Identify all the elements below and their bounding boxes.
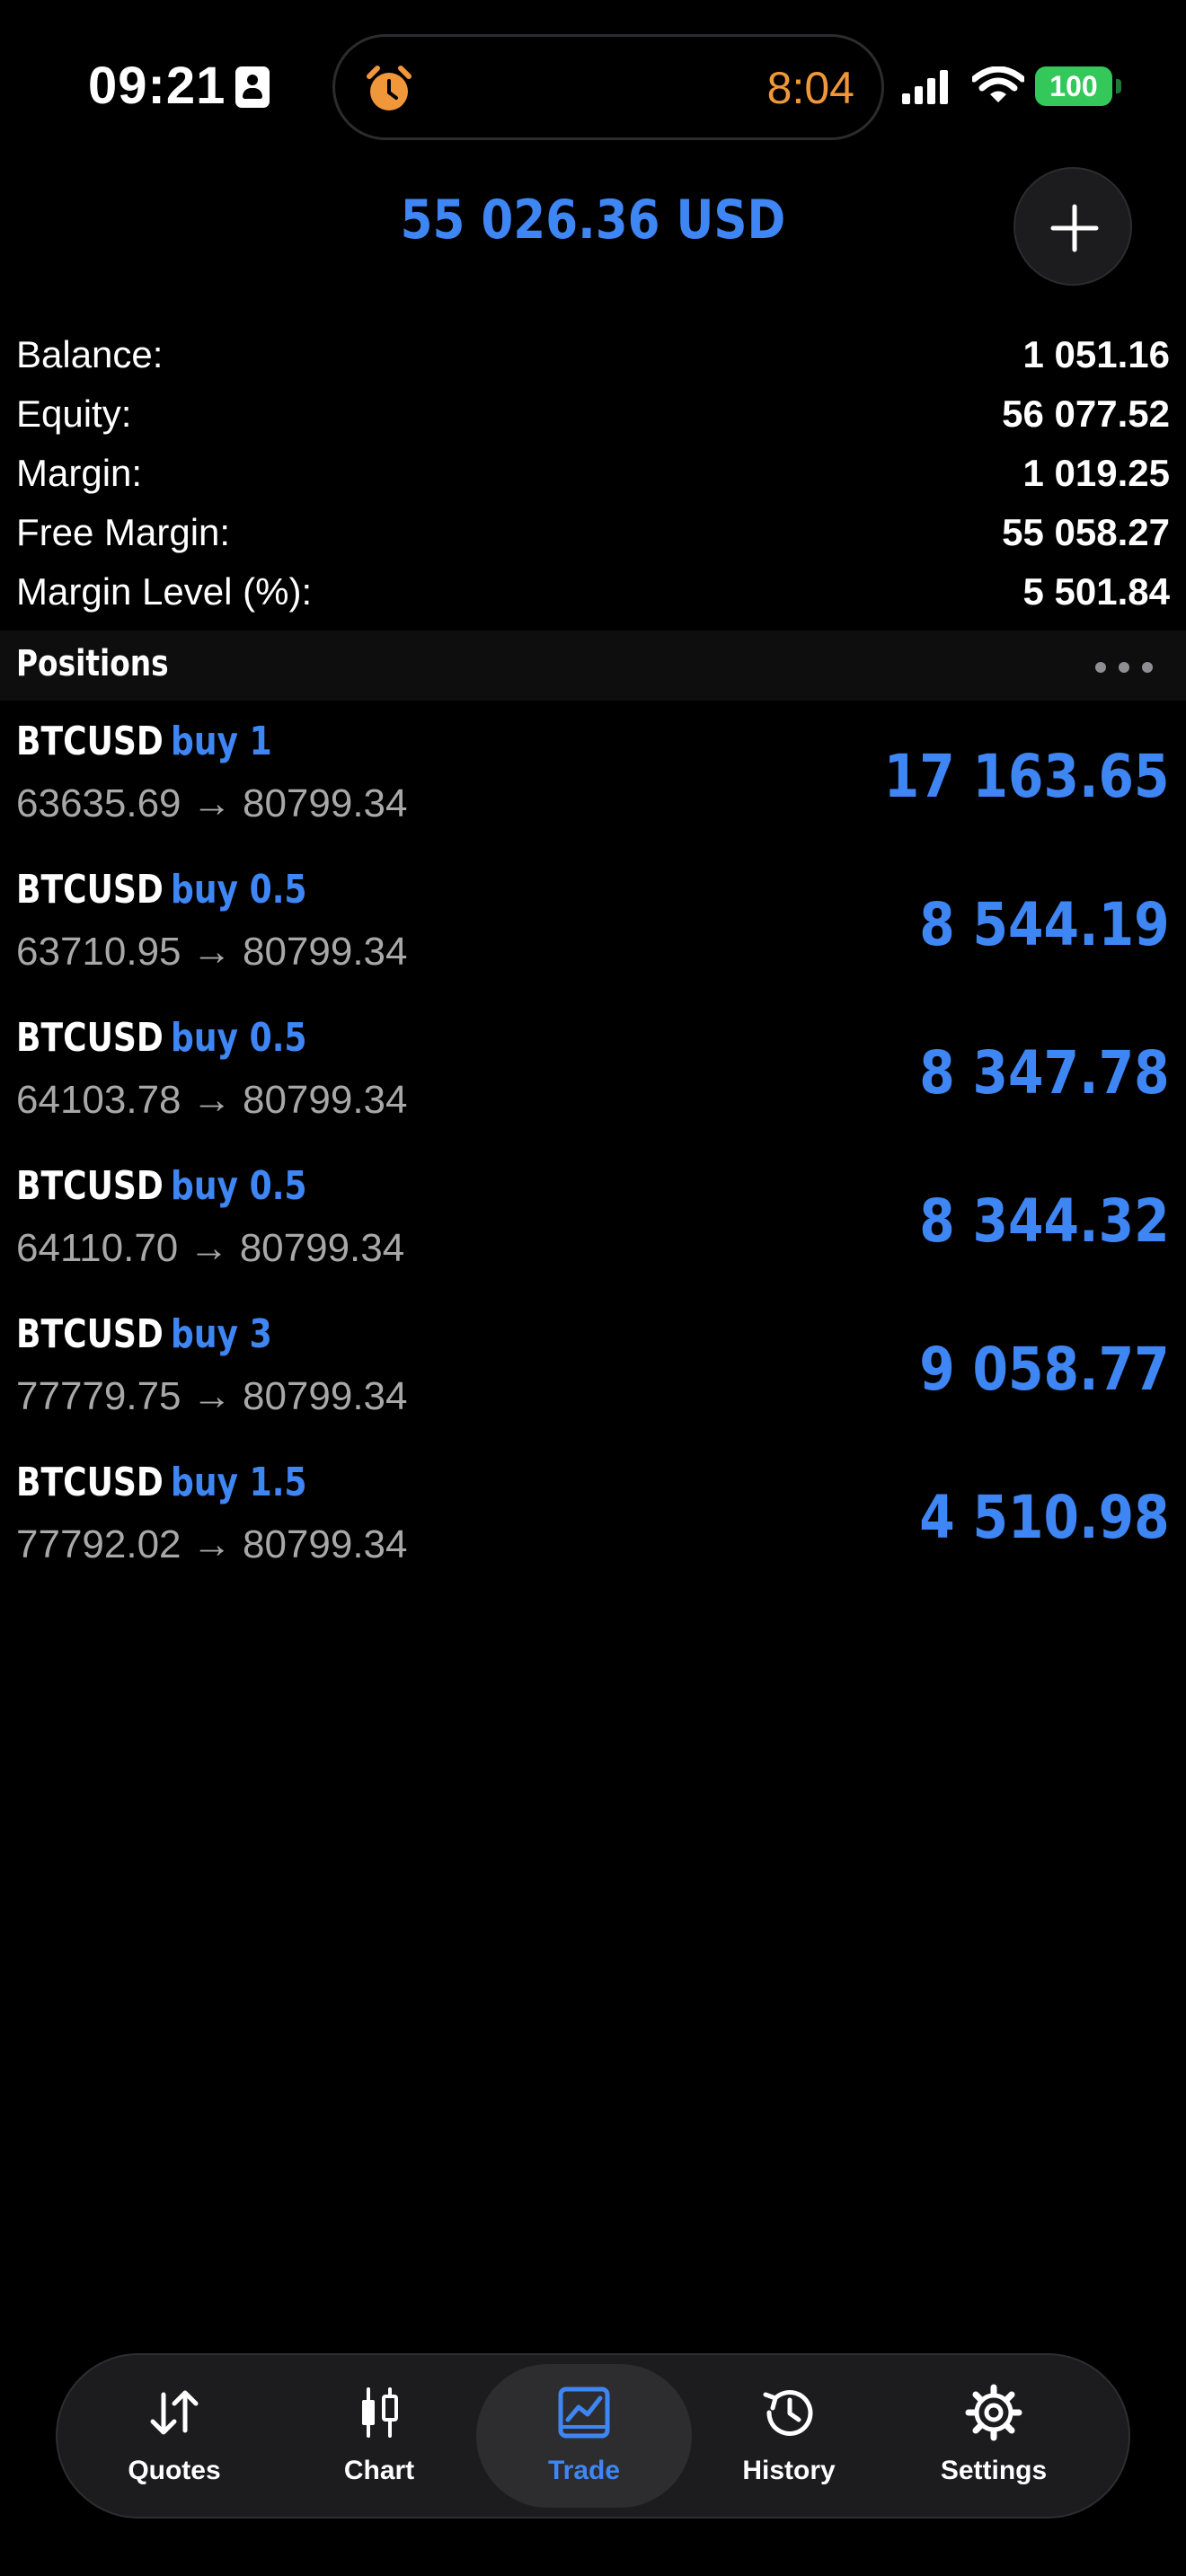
position-symbol: BTCUSD [16, 1460, 164, 1505]
position-prices: 63710.95 → 80799.34 [16, 930, 408, 974]
position-symbol: BTCUSD [16, 719, 164, 764]
position-row[interactable]: BTCUSD buy 0.5 64110.70 → 80799.34 8 344.… [0, 1154, 1186, 1302]
tab-chart-label: Chart [343, 2456, 415, 2485]
status-bar: 09:21 8:04 100 [0, 0, 1186, 171]
position-profit: 4 510.98 [919, 1483, 1170, 1552]
account-summary: Balance: 1 051.16 Equity: 56 077.52 Marg… [16, 325, 1170, 622]
tab-quotes-label: Quotes [128, 2456, 221, 2485]
tab-settings[interactable]: Settings [886, 2364, 1102, 2508]
battery-icon: 100 [1035, 66, 1112, 106]
position-profit: 8 347.78 [919, 1038, 1170, 1107]
position-profit: 8 344.32 [919, 1187, 1170, 1256]
tab-settings-label: Settings [940, 2456, 1048, 2485]
positions-title: Positions [16, 643, 169, 684]
tab-history[interactable]: History [681, 2364, 897, 2508]
wifi-icon [972, 66, 1024, 102]
position-profit: 9 058.77 [919, 1335, 1170, 1404]
position-profit: 17 163.65 [884, 742, 1170, 811]
positions-section-header: Positions [0, 631, 1186, 701]
position-prices: 77779.75 → 80799.34 [16, 1374, 408, 1418]
status-time: 09:21 [88, 57, 226, 115]
margin-value: 1 019.25 [1022, 452, 1171, 494]
position-row[interactable]: BTCUSD buy 0.5 63710.95 → 80799.34 8 544.… [0, 858, 1186, 1006]
summary-row-balance: Balance: 1 051.16 [16, 325, 1170, 384]
position-row[interactable]: BTCUSD buy 0.5 64103.78 → 80799.34 8 347.… [0, 1006, 1186, 1154]
positions-list: BTCUSD buy 1 63635.69 → 80799.34 17 163.6… [0, 710, 1186, 1599]
position-type: buy 0.5 [171, 867, 307, 913]
plus-icon [1050, 204, 1099, 252]
position-type: buy 1.5 [171, 1460, 307, 1505]
summary-row-margin-level: Margin Level (%): 5 501.84 [16, 562, 1170, 622]
margin-level-label: Margin Level (%): [16, 570, 313, 613]
position-prices: 77792.02 → 80799.34 [16, 1522, 408, 1566]
summary-row-margin: Margin: 1 019.25 [16, 444, 1170, 503]
position-prices: 64110.70 → 80799.34 [16, 1226, 405, 1270]
tab-trade[interactable]: Trade [476, 2364, 692, 2508]
candlestick-icon [362, 2387, 398, 2438]
battery-level: 100 [1049, 70, 1098, 102]
tab-chart[interactable]: Chart [271, 2364, 487, 2508]
position-type: buy 3 [171, 1311, 272, 1357]
position-symbol: BTCUSD [16, 1015, 164, 1061]
dynamic-island[interactable]: 8:04 [332, 34, 884, 140]
equity-label: Equity: [16, 393, 132, 435]
margin-level-value: 5 501.84 [1022, 570, 1171, 613]
position-prices: 63635.69 → 80799.34 [16, 781, 408, 825]
summary-row-equity: Equity: 56 077.52 [16, 384, 1170, 444]
position-row[interactable]: BTCUSD buy 1 63635.69 → 80799.34 17 163.6… [0, 710, 1186, 858]
position-symbol: BTCUSD [16, 867, 164, 913]
position-symbol: BTCUSD [16, 1163, 164, 1209]
total-equity: 55 026.36 USD [400, 189, 786, 251]
tab-quotes[interactable]: Quotes [66, 2364, 282, 2508]
position-row[interactable]: BTCUSD buy 3 77779.75 → 80799.34 9 058.77 [0, 1302, 1186, 1451]
free-margin-label: Free Margin: [16, 511, 231, 553]
gear-icon [965, 2384, 1022, 2441]
more-options-icon[interactable] [1094, 661, 1154, 674]
position-prices: 64103.78 → 80799.34 [16, 1078, 408, 1122]
history-clock-icon [763, 2390, 813, 2437]
position-type: buy 0.5 [171, 1015, 307, 1061]
position-row[interactable]: BTCUSD buy 1.5 77792.02 → 80799.34 4 510.… [0, 1451, 1186, 1599]
timer-text: 8:04 [766, 63, 854, 113]
position-type: buy 1 [171, 719, 272, 764]
position-type: buy 0.5 [171, 1163, 307, 1209]
tab-history-label: History [742, 2456, 836, 2485]
position-symbol: BTCUSD [16, 1311, 164, 1357]
summary-row-free-margin: Free Margin: 55 058.27 [16, 503, 1170, 562]
add-order-button[interactable] [1013, 167, 1132, 286]
balance-label: Balance: [16, 333, 164, 375]
free-margin-value: 55 058.27 [1002, 511, 1170, 553]
person-badge-icon [235, 66, 270, 108]
tab-trade-label: Trade [547, 2456, 621, 2485]
alarm-clock-icon [367, 66, 412, 110]
position-profit: 8 544.19 [919, 890, 1170, 959]
bottom-tab-bar: Quotes Chart Trade History Settings [56, 2353, 1130, 2519]
cellular-signal-icon [902, 70, 948, 104]
quotes-arrows-icon [150, 2390, 199, 2435]
trade-chart-icon [558, 2386, 610, 2439]
balance-value: 1 051.16 [1022, 333, 1171, 375]
battery-cap [1116, 79, 1121, 93]
equity-value: 56 077.52 [1002, 393, 1170, 435]
margin-label: Margin: [16, 452, 143, 494]
